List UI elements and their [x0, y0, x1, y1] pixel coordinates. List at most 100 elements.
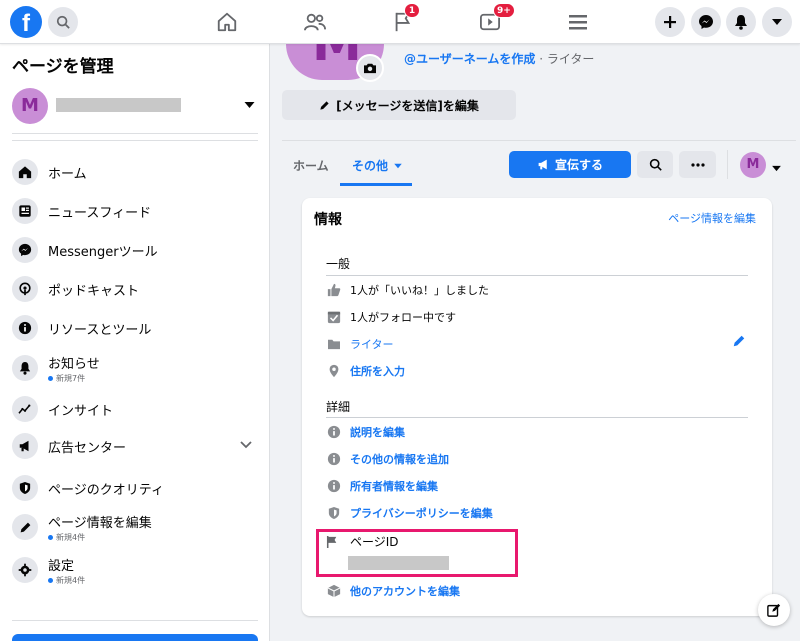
megaphone-icon — [12, 433, 38, 459]
edit-page-info-link[interactable]: ページ情報を編集 — [668, 210, 756, 226]
people-icon — [304, 13, 326, 31]
sidebar-item-label: ページ情報を編集 — [48, 515, 152, 531]
shield-icon — [326, 505, 342, 521]
compose-button[interactable] — [758, 594, 790, 626]
role-label: ライター — [546, 52, 595, 66]
category-row[interactable]: ライター — [326, 336, 394, 352]
nav-groups[interactable] — [302, 9, 328, 35]
sidebar-item-label: Messengerツール — [48, 244, 158, 260]
notifications-button[interactable] — [726, 7, 756, 37]
sidebar-item-newsfeed[interactable]: ニュースフィード — [12, 195, 262, 227]
new-count: 新規7件 — [48, 373, 100, 384]
sidebar-promote-button[interactable] — [12, 634, 258, 641]
create-username-link[interactable]: @ユーザーネームを作成 — [404, 52, 535, 66]
tab-more[interactable]: その他 — [352, 157, 402, 174]
new-dot — [48, 534, 53, 540]
folder-icon — [326, 336, 342, 352]
sidebar-item-label: 広告センター — [48, 440, 127, 456]
new-count: 新規4件 — [48, 532, 152, 543]
watch-badge: 9+ — [493, 3, 515, 18]
chevron-down-icon — [240, 441, 252, 449]
home-icon — [12, 159, 38, 185]
sidebar-item-settings[interactable]: 設定 新規4件 — [12, 554, 262, 586]
pencil-icon — [320, 100, 329, 110]
edit-category-button[interactable] — [732, 334, 746, 352]
facebook-logo[interactable]: f — [10, 6, 42, 38]
page-name-redacted — [56, 98, 181, 112]
section-heading-general: 一般 — [326, 257, 351, 271]
location-pin-icon — [326, 363, 342, 379]
plus-icon — [664, 16, 676, 28]
flag-icon — [326, 535, 342, 549]
pencil-icon — [12, 514, 38, 540]
page-id-value-redacted — [348, 556, 449, 570]
sidebar-item-ad-center[interactable]: 広告センター — [12, 430, 262, 462]
promote-button[interactable]: 宣伝する — [509, 151, 631, 178]
page-id-label: ページID — [350, 535, 399, 549]
caret-down-icon — [772, 165, 781, 172]
search-icon — [649, 158, 662, 171]
nav-pages[interactable]: 1 — [390, 3, 420, 35]
edit-send-message-button[interactable]: [メッセージを送信]を編集 — [282, 90, 516, 120]
messenger-button[interactable] — [691, 7, 721, 37]
edit-other-accounts-row[interactable]: 他のアカウントを編集 — [326, 583, 460, 599]
sidebar-item-resources[interactable]: リソースとツール — [12, 312, 262, 344]
create-button[interactable] — [655, 7, 685, 37]
update-picture-button[interactable] — [356, 54, 384, 82]
info-icon — [326, 478, 342, 494]
page-switcher-caret[interactable] — [244, 98, 255, 113]
section-divider — [326, 417, 748, 418]
sidebar-item-notifications[interactable]: お知らせ 新規7件 — [12, 352, 262, 384]
sidebar-item-label: インサイト — [48, 403, 114, 419]
new-dot — [48, 577, 53, 583]
header-divider — [282, 140, 796, 141]
info-icon — [326, 424, 342, 440]
sidebar-item-edit-page-info[interactable]: ページ情報を編集 新規4件 — [12, 511, 262, 543]
sidebar-item-home[interactable]: ホーム — [12, 156, 262, 188]
sidebar-item-podcast[interactable]: ポッドキャスト — [12, 273, 262, 305]
edit-description-row[interactable]: 説明を編集 — [326, 424, 405, 440]
address-row[interactable]: 住所を入力 — [326, 363, 405, 379]
ellipsis-icon — [690, 162, 705, 167]
search-button[interactable] — [48, 7, 78, 37]
hamburger-icon — [569, 15, 587, 30]
sidebar-item-insights[interactable]: インサイト — [12, 393, 262, 425]
edit-privacy-policy-row[interactable]: プライバシーポリシーを編集 — [326, 505, 493, 521]
acting-as-caret[interactable] — [772, 161, 781, 176]
sidebar-item-label: ポッドキャスト — [48, 283, 140, 299]
acting-as-avatar[interactable]: M — [740, 152, 766, 178]
newsfeed-icon — [12, 198, 38, 224]
tab-home[interactable]: ホーム — [293, 157, 329, 174]
more-options-button[interactable] — [679, 151, 716, 178]
nav-menu[interactable] — [565, 9, 591, 35]
new-count: 新規4件 — [48, 575, 85, 586]
gear-icon — [12, 557, 38, 583]
new-dot — [48, 375, 53, 381]
page-avatar[interactable]: M — [12, 88, 48, 124]
sidebar-item-messenger-tools[interactable]: Messengerツール — [12, 234, 262, 266]
sidebar-item-page-quality[interactable]: ページのクオリティ — [12, 472, 262, 504]
page-id-row: ページID — [326, 533, 399, 550]
bell-icon — [735, 15, 747, 30]
toolbar-separator — [727, 150, 728, 179]
messenger-icon — [699, 15, 713, 29]
info-card: 情報 ページ情報を編集 一般 1人が「いいね！」しました 1人がフォロー中です … — [302, 198, 772, 616]
active-tab-indicator — [340, 183, 412, 186]
nav-watch[interactable]: 9+ — [477, 3, 515, 35]
username-line: @ユーザーネームを作成 · ライター — [404, 52, 595, 66]
sidebar-item-label: 設定 — [48, 558, 75, 574]
expand-button[interactable] — [240, 438, 252, 453]
caret-down-icon — [394, 163, 402, 168]
card-title: 情報 — [314, 212, 342, 228]
sidebar-item-label: ホーム — [48, 166, 87, 182]
messenger-icon — [12, 237, 38, 263]
add-other-info-row[interactable]: その他の情報を追加 — [326, 451, 449, 467]
section-heading-details: 詳細 — [326, 400, 351, 414]
page-search-button[interactable] — [637, 151, 673, 178]
megaphone-icon — [538, 159, 547, 170]
edit-owner-info-row[interactable]: 所有者情報を編集 — [326, 478, 438, 494]
sidebar-title: ページを管理 — [12, 57, 114, 77]
home-icon — [217, 12, 237, 32]
nav-home[interactable] — [214, 9, 240, 35]
account-button[interactable] — [762, 7, 792, 37]
